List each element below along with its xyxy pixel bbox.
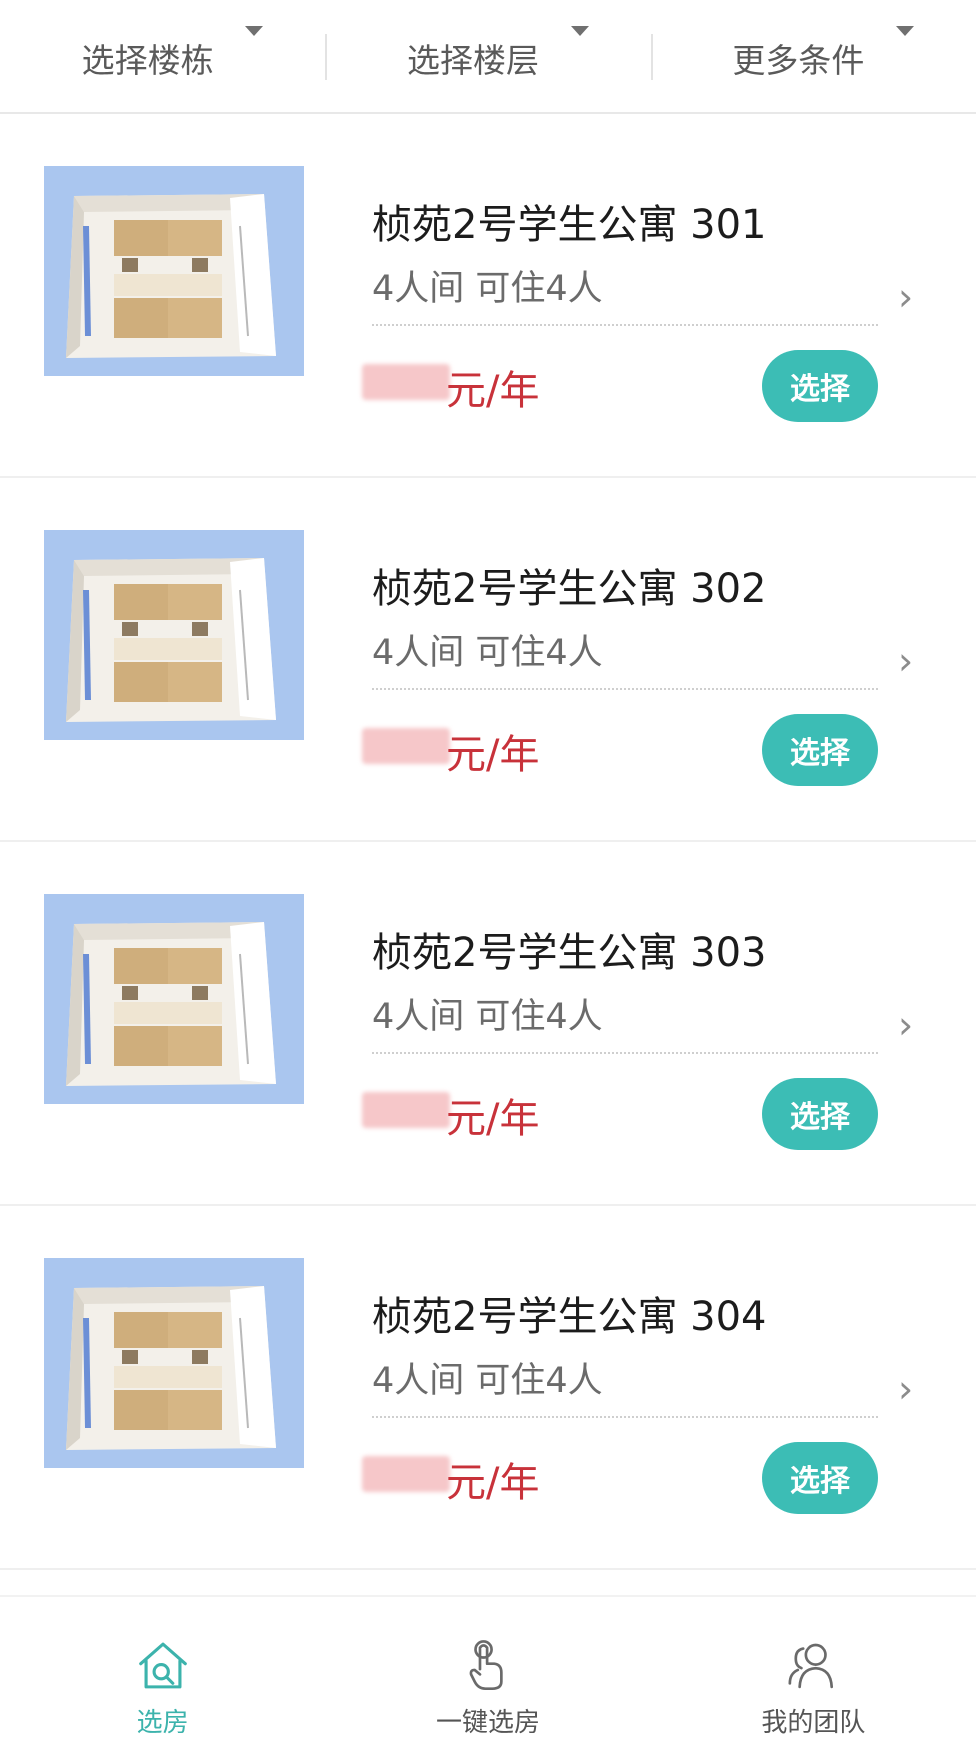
room-capacity: 4人间 可住4人 bbox=[372, 269, 603, 309]
room-thumbnail-image bbox=[44, 530, 304, 740]
dotted-divider bbox=[372, 1416, 878, 1418]
filter-bar: 选择楼栋 选择楼层 更多条件 bbox=[0, 0, 976, 114]
chevron-right-icon[interactable]: › bbox=[898, 642, 913, 680]
chevron-right-icon[interactable]: › bbox=[898, 1006, 913, 1044]
room-name: 桢苑2号学生公寓 303 bbox=[372, 930, 767, 976]
room-name: 桢苑2号学生公寓 301 bbox=[372, 202, 767, 248]
room-thumbnail-image bbox=[44, 166, 304, 376]
tap-hand-icon bbox=[469, 1640, 503, 1690]
room-card[interactable]: 桢苑2号学生公寓 304 4人间 可住4人 元/年 › 选择 bbox=[0, 1206, 976, 1570]
price-unit: 元/年 bbox=[446, 732, 540, 778]
house-search-icon bbox=[138, 1642, 187, 1689]
tab-quick-choose-label: 一键选房 bbox=[435, 1708, 540, 1737]
filter-building[interactable]: 选择楼栋 bbox=[0, 0, 325, 112]
room-thumbnail-image bbox=[44, 1258, 304, 1468]
chevron-right-icon[interactable]: › bbox=[898, 1370, 913, 1408]
tab-my-team[interactable]: 我的团队 bbox=[651, 1597, 976, 1737]
room-name: 桢苑2号学生公寓 304 bbox=[372, 1294, 767, 1340]
dotted-divider bbox=[372, 1052, 878, 1054]
dotted-divider bbox=[372, 324, 878, 326]
caret-down-icon bbox=[570, 26, 589, 36]
room-capacity: 4人间 可住4人 bbox=[372, 633, 603, 673]
price-unit: 元/年 bbox=[446, 1460, 540, 1506]
select-button[interactable]: 选择 bbox=[762, 1078, 878, 1150]
filter-more[interactable]: 更多条件 bbox=[650, 0, 976, 112]
chevron-right-icon[interactable]: › bbox=[898, 278, 913, 316]
team-icon bbox=[788, 1643, 834, 1689]
caret-down-icon bbox=[245, 26, 264, 36]
select-button[interactable]: 选择 bbox=[762, 350, 878, 422]
filter-building-label: 选择楼栋 bbox=[81, 41, 214, 80]
price-redacted bbox=[362, 1456, 450, 1492]
tab-quick-choose[interactable]: 一键选房 bbox=[325, 1597, 650, 1737]
bottom-tab-bar: 选房 一键选房 我的团队 bbox=[0, 1595, 976, 1737]
room-capacity: 4人间 可住4人 bbox=[372, 1361, 603, 1401]
room-card[interactable]: 桢苑2号学生公寓 303 4人间 可住4人 元/年 › 选择 bbox=[0, 842, 976, 1206]
room-name: 桢苑2号学生公寓 302 bbox=[372, 566, 767, 612]
app-root: 选择楼栋 选择楼层 更多条件 桢苑2号学生公寓 301 4人间 可住4人 元/年… bbox=[0, 0, 976, 1737]
filter-floor[interactable]: 选择楼层 bbox=[325, 0, 650, 112]
filter-more-label: 更多条件 bbox=[732, 41, 865, 80]
room-thumbnail-image bbox=[44, 894, 304, 1104]
tab-my-team-label: 我的团队 bbox=[761, 1708, 866, 1737]
room-card[interactable]: 桢苑2号学生公寓 302 4人间 可住4人 元/年 › 选择 bbox=[0, 478, 976, 842]
price-redacted bbox=[362, 1092, 450, 1128]
tab-choose-room[interactable]: 选房 bbox=[0, 1597, 325, 1737]
filter-floor-label: 选择楼层 bbox=[406, 41, 539, 80]
room-list: 桢苑2号学生公寓 301 4人间 可住4人 元/年 › 选择 桢苑2号学生公寓 … bbox=[0, 114, 976, 1570]
price-unit: 元/年 bbox=[446, 368, 540, 414]
price-redacted bbox=[362, 728, 450, 764]
caret-down-icon bbox=[895, 26, 914, 36]
select-button[interactable]: 选择 bbox=[762, 1442, 878, 1514]
dotted-divider bbox=[372, 688, 878, 690]
price-redacted bbox=[362, 364, 450, 400]
room-card[interactable]: 桢苑2号学生公寓 301 4人间 可住4人 元/年 › 选择 bbox=[0, 114, 976, 478]
select-button[interactable]: 选择 bbox=[762, 714, 878, 786]
room-capacity: 4人间 可住4人 bbox=[372, 997, 603, 1037]
price-unit: 元/年 bbox=[446, 1096, 540, 1142]
tab-choose-room-label: 选房 bbox=[136, 1708, 189, 1737]
